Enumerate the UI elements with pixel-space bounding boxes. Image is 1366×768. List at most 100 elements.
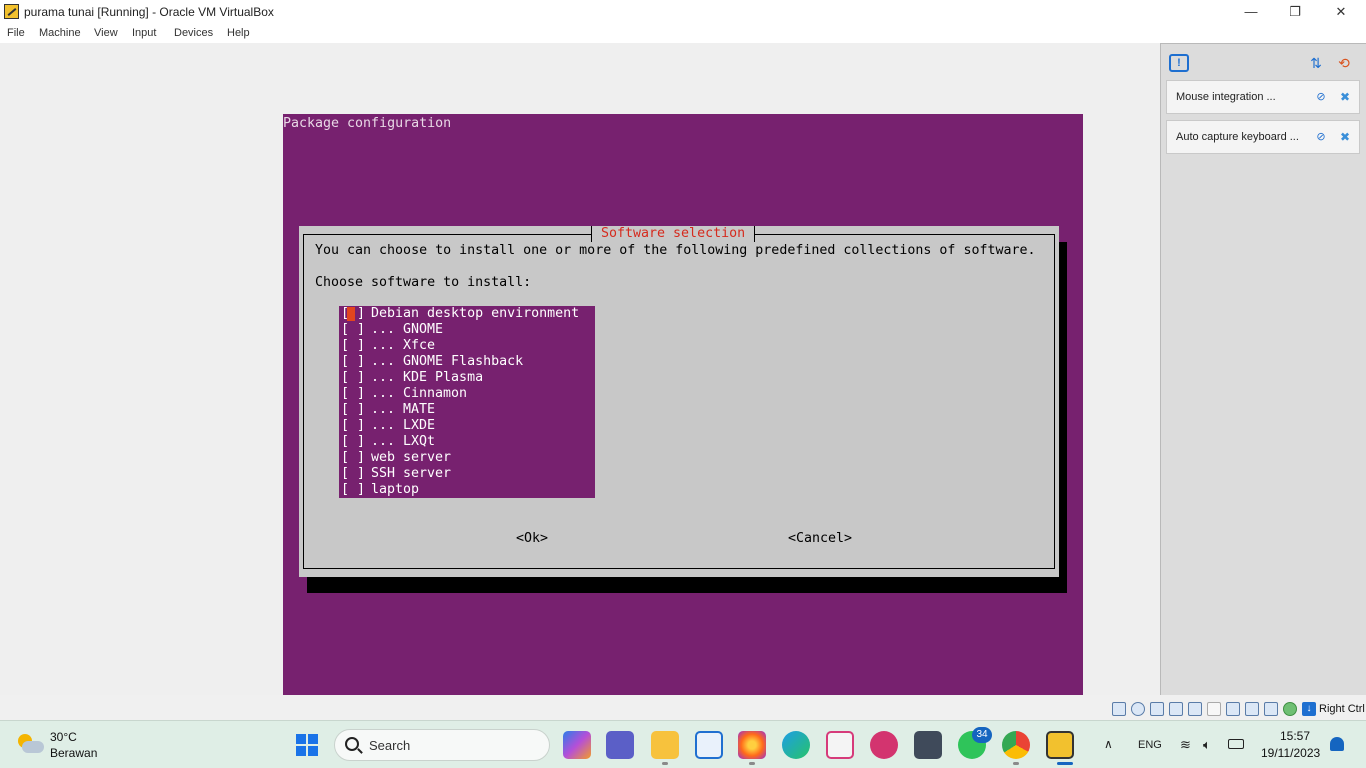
weather-cloudy-icon[interactable] bbox=[16, 732, 44, 756]
software-item-label: ... Xfce bbox=[371, 338, 436, 353]
checkbox[interactable]: [ ] bbox=[341, 354, 365, 370]
recording-icon[interactable] bbox=[1245, 702, 1259, 716]
input-language-indicator[interactable]: ENG bbox=[1138, 739, 1162, 751]
notification-clear-icon[interactable]: ⟲ bbox=[1335, 54, 1353, 72]
host-key-label[interactable]: Right Ctrl bbox=[1319, 703, 1365, 715]
software-item-gnome[interactable]: [ ] ... GNOME bbox=[339, 322, 595, 338]
menu-view[interactable]: View bbox=[94, 27, 118, 39]
checkbox[interactable]: [ ] bbox=[341, 338, 365, 354]
windows-logo-icon bbox=[296, 734, 306, 744]
virtualbox-icon[interactable] bbox=[914, 731, 942, 759]
search-icon bbox=[345, 737, 359, 751]
virtualbox-vm-icon[interactable] bbox=[1046, 731, 1074, 759]
checkbox[interactable]: [ ] bbox=[341, 418, 365, 434]
shared-folders-icon[interactable] bbox=[1207, 702, 1221, 716]
audio-icon[interactable] bbox=[1150, 702, 1164, 716]
edge-icon[interactable] bbox=[782, 731, 810, 759]
checkbox[interactable]: [ ] bbox=[341, 434, 365, 450]
checkbox[interactable]: [ ] bbox=[341, 322, 365, 338]
checkbox[interactable]: [ ] bbox=[341, 402, 365, 418]
notification-center-panel: ! ⇅ ⟲ Mouse integration ... ⊘ ✖ Auto cap… bbox=[1160, 43, 1366, 695]
network-icon[interactable] bbox=[1169, 702, 1183, 716]
chrome-icon[interactable] bbox=[1002, 731, 1030, 759]
ok-button[interactable]: <Ok> bbox=[516, 531, 548, 547]
checkbox[interactable]: [ ] bbox=[341, 450, 365, 466]
vm-display-area[interactable]: Package configuration Software selection… bbox=[0, 43, 1160, 714]
teams-icon[interactable] bbox=[606, 731, 634, 759]
mute-notification-icon[interactable]: ⊘ bbox=[1314, 90, 1328, 104]
snipping-tool-icon[interactable] bbox=[826, 731, 854, 759]
checkbox[interactable]: [ ] bbox=[341, 386, 365, 402]
software-item-ssh-server[interactable]: [ ] SSH server bbox=[339, 466, 595, 482]
menu-input[interactable]: Input bbox=[132, 27, 156, 39]
notification-auto-capture-keyboard[interactable]: Auto capture keyboard ... ⊘ ✖ bbox=[1166, 120, 1360, 154]
menu-file[interactable]: File bbox=[7, 27, 25, 39]
minimize-button[interactable]: — bbox=[1228, 0, 1274, 23]
running-indicator bbox=[662, 762, 668, 765]
software-item-label: ... MATE bbox=[371, 402, 436, 417]
cpu-icon[interactable] bbox=[1264, 702, 1278, 716]
firefox-icon[interactable] bbox=[738, 731, 766, 759]
checkbox[interactable]: [ ] bbox=[341, 466, 365, 482]
notification-mouse-integration[interactable]: Mouse integration ... ⊘ ✖ bbox=[1166, 80, 1360, 114]
volume-icon[interactable]: 🔈︎ bbox=[1203, 737, 1211, 753]
text-cursor bbox=[347, 307, 355, 321]
software-item-label: ... KDE Plasma bbox=[371, 370, 484, 385]
mouse-integration-icon[interactable] bbox=[1283, 702, 1297, 716]
battery-icon[interactable] bbox=[1228, 739, 1244, 749]
menu-machine[interactable]: Machine bbox=[39, 27, 81, 39]
software-item-kde-plasma[interactable]: [ ] ... KDE Plasma bbox=[339, 370, 595, 386]
checkbox[interactable]: [ ] bbox=[341, 370, 365, 386]
software-item-cinnamon[interactable]: [ ] ... Cinnamon bbox=[339, 386, 595, 402]
software-item-web-server[interactable]: [ ] web server bbox=[339, 450, 595, 466]
clock-date[interactable]: 19/11/2023 bbox=[1261, 746, 1320, 760]
wifi-icon[interactable]: ≋ bbox=[1180, 737, 1191, 753]
software-item-debian-desktop[interactable]: [ ] Debian desktop environment bbox=[339, 306, 595, 322]
software-item-label: SSH server bbox=[371, 466, 452, 481]
restore-icon: ❐ bbox=[1289, 3, 1301, 19]
menu-bar: File Machine View Input Devices Help bbox=[0, 23, 1366, 43]
weather-temperature[interactable]: 30°C bbox=[50, 730, 77, 744]
notification-bell-icon[interactable] bbox=[1330, 737, 1344, 751]
clock-time[interactable]: 15:57 bbox=[1280, 729, 1310, 743]
restore-button[interactable]: ❐ bbox=[1272, 0, 1318, 23]
menu-help[interactable]: Help bbox=[227, 27, 250, 39]
window-title-bar: purama tunai [Running] - Oracle VM Virtu… bbox=[0, 0, 1366, 23]
software-item-lxqt[interactable]: [ ] ... LXQt bbox=[339, 434, 595, 450]
copilot-icon[interactable] bbox=[563, 731, 591, 759]
close-notification-icon[interactable]: ✖ bbox=[1338, 90, 1352, 104]
software-item-label: laptop bbox=[371, 482, 420, 497]
software-item-gnome-flashback[interactable]: [ ] ... GNOME Flashback bbox=[339, 354, 595, 370]
software-item-label: ... LXQt bbox=[371, 434, 436, 449]
software-item-lxde[interactable]: [ ] ... LXDE bbox=[339, 418, 595, 434]
start-button[interactable] bbox=[296, 734, 318, 756]
checkbox[interactable]: [ ] bbox=[341, 482, 365, 498]
cancel-button[interactable]: <Cancel> bbox=[788, 531, 852, 547]
software-item-xfce[interactable]: [ ] ... Xfce bbox=[339, 338, 595, 354]
mute-notification-icon[interactable]: ⊘ bbox=[1314, 130, 1328, 144]
taskbar-search-box[interactable]: Search bbox=[334, 729, 550, 761]
notification-sort-icon[interactable]: ⇅ bbox=[1307, 54, 1325, 72]
file-explorer-icon[interactable] bbox=[651, 731, 679, 759]
close-notification-icon[interactable]: ✖ bbox=[1338, 130, 1352, 144]
software-item-label: ... LXDE bbox=[371, 418, 436, 433]
show-hidden-icons-chevron[interactable]: ∧ bbox=[1104, 737, 1113, 751]
usb-icon[interactable] bbox=[1188, 702, 1202, 716]
close-button[interactable]: ✕ bbox=[1318, 0, 1364, 23]
weather-description[interactable]: Berawan bbox=[50, 746, 97, 760]
notification-toggle-icon[interactable]: ! bbox=[1169, 54, 1189, 72]
running-indicator bbox=[1013, 762, 1019, 765]
software-item-laptop[interactable]: [ ] laptop bbox=[339, 482, 595, 498]
dialog-prompt-text: Choose software to install: bbox=[315, 275, 532, 290]
optical-drive-icon[interactable] bbox=[1131, 702, 1145, 716]
software-item-label: web server bbox=[371, 450, 452, 465]
hard-disk-icon[interactable] bbox=[1112, 702, 1126, 716]
vscode-icon[interactable] bbox=[695, 731, 723, 759]
notification-text: Auto capture keyboard ... bbox=[1176, 131, 1299, 143]
display-icon[interactable] bbox=[1226, 702, 1240, 716]
software-item-mate[interactable]: [ ] ... MATE bbox=[339, 402, 595, 418]
wps-icon[interactable] bbox=[870, 731, 898, 759]
software-list: [ ] Debian desktop environment [ ] ... G… bbox=[339, 306, 595, 498]
menu-devices[interactable]: Devices bbox=[174, 27, 213, 39]
vm-screen[interactable]: Package configuration Software selection… bbox=[283, 114, 1083, 714]
